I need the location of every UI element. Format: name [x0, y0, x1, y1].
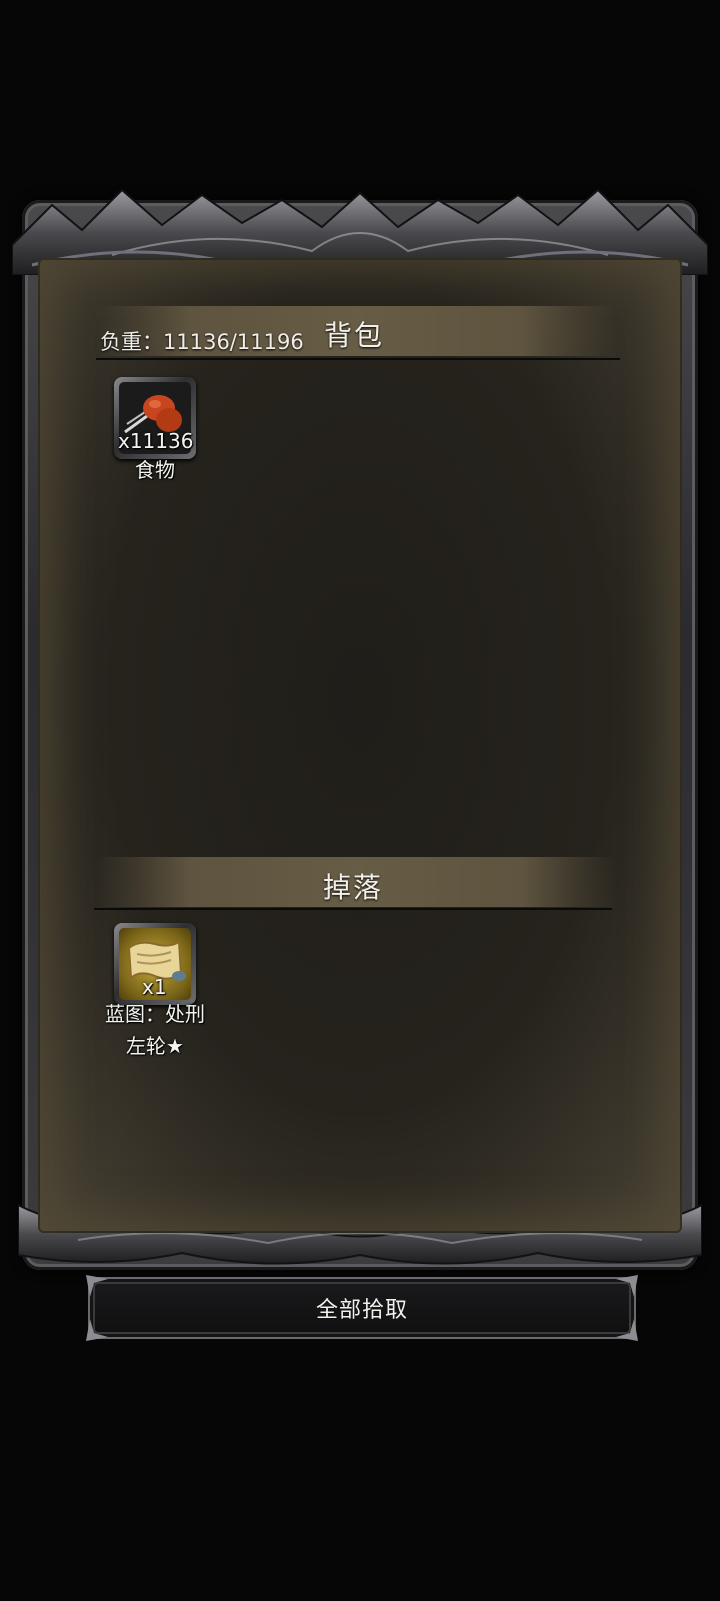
drop-item-name-line1: 蓝图：处刑 — [105, 1002, 205, 1026]
drops-title: 掉落 — [323, 871, 384, 904]
corner-ornament-icon — [86, 1319, 108, 1341]
corner-ornament-icon — [616, 1275, 638, 1297]
backpack-item-name: 食物 — [135, 458, 175, 482]
backpack-divider — [96, 358, 620, 360]
loot-screen: 负重：11136/11196 背包 x11136 食物 掉落 x1 蓝图：处刑 … — [0, 0, 720, 1601]
corner-ornament-icon — [616, 1319, 638, 1341]
pickup-all-label: 全部拾取 — [315, 1298, 408, 1323]
backpack-item-count: x11136 — [118, 429, 194, 453]
drop-item-count: x1 — [142, 975, 167, 999]
drop-item-name-line2: 左轮★ — [126, 1034, 184, 1058]
corner-ornament-icon — [86, 1275, 108, 1297]
backpack-title: 背包 — [324, 319, 385, 352]
drops-divider — [94, 908, 612, 910]
weight-label: 负重：11136/11196 — [100, 330, 304, 354]
pickup-all-button[interactable]: 全部拾取 — [86, 1275, 638, 1341]
